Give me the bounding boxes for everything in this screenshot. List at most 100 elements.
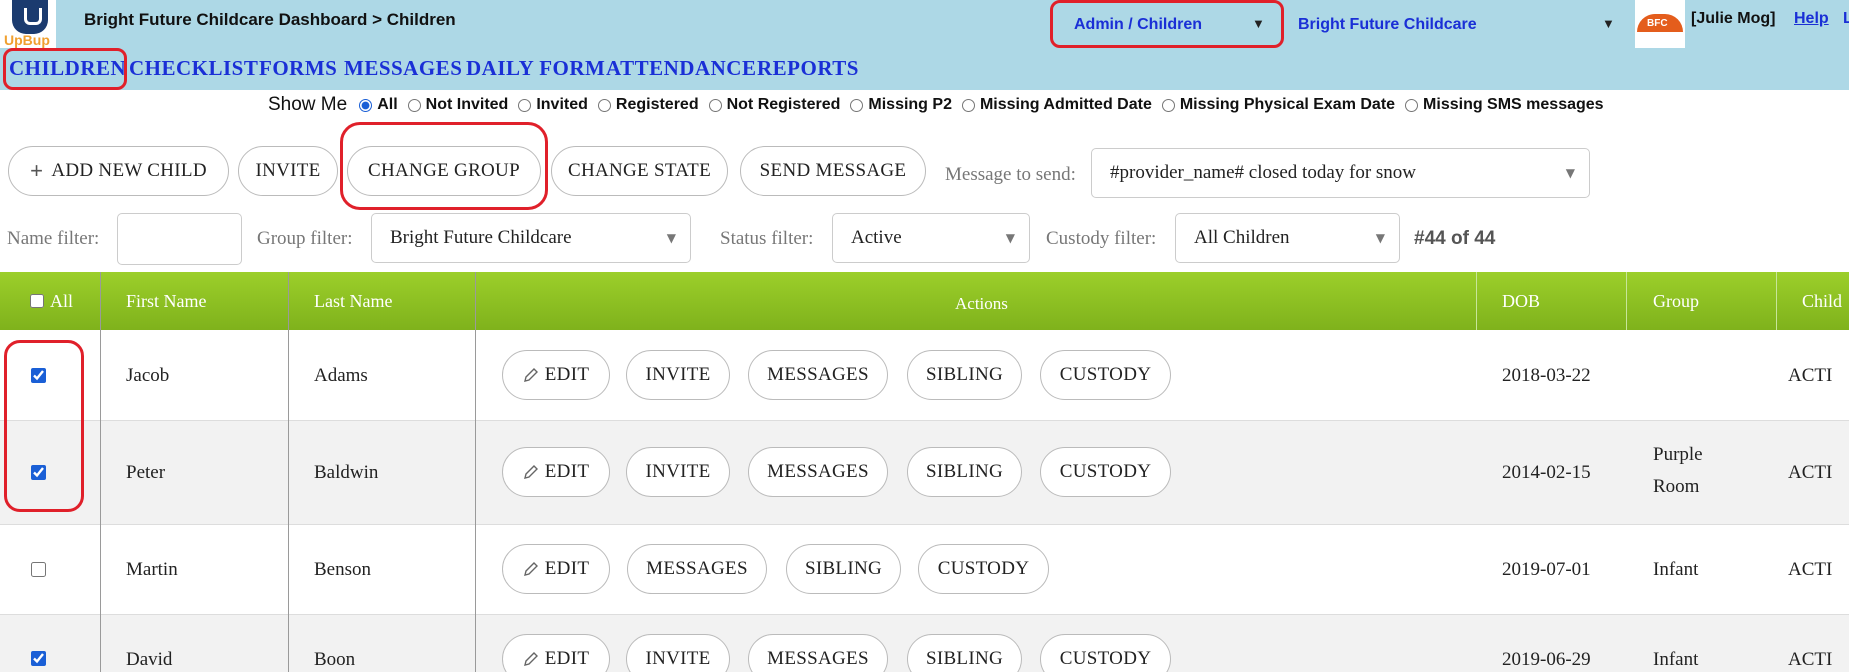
first-name-cell: Peter xyxy=(126,462,166,483)
nav-daily-form[interactable]: DAILY FORM xyxy=(466,56,605,81)
custody-button[interactable]: CUSTODY xyxy=(1040,634,1171,672)
nav-forms[interactable]: FORMS xyxy=(259,56,337,81)
sibling-button[interactable]: SIBLING xyxy=(907,350,1022,400)
role-select[interactable]: Admin / Children ▼ xyxy=(1074,6,1274,44)
show-me-option-missing-sms-messages[interactable]: Missing SMS messages xyxy=(1405,96,1604,114)
edit-button[interactable]: EDIT xyxy=(502,447,610,497)
select-all-checkbox[interactable] xyxy=(30,294,44,308)
chevron-down-icon: ▼ xyxy=(1375,231,1385,245)
sun-logo-icon: BFC xyxy=(1637,14,1683,32)
row-checkbox[interactable] xyxy=(31,465,46,480)
provider-select[interactable]: Bright Future Childcare ▼ xyxy=(1298,6,1618,44)
main-nav: CHILDREN CHECKLIST FORMS MESSAGES DAILY … xyxy=(0,48,1849,90)
name-filter-input[interactable] xyxy=(117,213,242,265)
radio-missing-sms-messages[interactable] xyxy=(1405,98,1419,112)
radio-registered[interactable] xyxy=(597,98,611,112)
provider-avatar: BFC xyxy=(1635,0,1685,48)
message-select-value: #provider_name# closed today for snow xyxy=(1110,162,1417,183)
last-name-cell: Benson xyxy=(314,559,371,580)
sibling-button[interactable]: SIBLING xyxy=(907,634,1022,672)
header-group[interactable]: Group xyxy=(1653,291,1699,312)
radio-missing-physical-exam-date[interactable] xyxy=(1161,98,1175,112)
upbup-logo[interactable]: UpBup xyxy=(0,0,56,48)
chevron-down-icon: ▼ xyxy=(1005,231,1015,245)
radio-missing-admitted-date[interactable] xyxy=(961,98,975,112)
group-cell: Infant xyxy=(1653,559,1699,580)
invite-row-button[interactable]: INVITE xyxy=(626,447,730,497)
sibling-button[interactable]: SIBLING xyxy=(907,447,1022,497)
radio-missing-p2[interactable] xyxy=(850,98,864,112)
add-new-child-button[interactable]: + ADD NEW CHILD xyxy=(8,146,229,196)
nav-messages[interactable]: MESSAGES xyxy=(344,56,462,81)
row-checkbox[interactable] xyxy=(31,651,46,666)
custody-filter-select[interactable]: All Children ▼ xyxy=(1175,213,1400,263)
nav-checklist[interactable]: CHECKLIST xyxy=(129,56,258,81)
show-me-option-missing-admitted-date[interactable]: Missing Admitted Date xyxy=(961,96,1152,114)
show-me-option-missing-p2[interactable]: Missing P2 xyxy=(850,96,952,114)
change-state-button[interactable]: CHANGE STATE xyxy=(551,146,728,196)
change-group-button[interactable]: CHANGE GROUP xyxy=(347,146,541,196)
radio-all[interactable] xyxy=(359,98,373,112)
status-filter-select[interactable]: Active ▼ xyxy=(832,213,1030,263)
invite-row-button[interactable]: INVITE xyxy=(626,350,730,400)
first-name-cell: Jacob xyxy=(126,365,170,386)
nav-attendance[interactable]: ATTENDANCE xyxy=(606,56,756,81)
show-me-option-not-invited[interactable]: Not Invited xyxy=(407,96,508,114)
messages-button[interactable]: MESSAGES xyxy=(748,634,888,672)
table-row: Martin Benson EDIT MESSAGES SIBLING CUST… xyxy=(0,525,1849,615)
custody-button[interactable]: CUSTODY xyxy=(1040,447,1171,497)
row-checkbox[interactable] xyxy=(31,368,46,383)
header-last-name[interactable]: Last Name xyxy=(314,291,392,312)
nav-reports[interactable]: REPORTS xyxy=(757,56,859,81)
first-name-cell: Martin xyxy=(126,559,178,580)
column-divider xyxy=(1776,272,1777,330)
messages-button[interactable]: MESSAGES xyxy=(627,544,767,594)
edit-button[interactable]: EDIT xyxy=(502,544,610,594)
column-divider xyxy=(475,272,476,672)
send-message-button[interactable]: SEND MESSAGE xyxy=(740,146,926,196)
radio-not-registered[interactable] xyxy=(708,98,722,112)
show-me-option-not-registered[interactable]: Not Registered xyxy=(708,96,840,114)
logo-mark-icon xyxy=(12,0,48,34)
pencil-icon xyxy=(523,465,538,479)
last-name-cell: Boon xyxy=(314,649,356,670)
header-first-name[interactable]: First Name xyxy=(126,291,207,312)
chevron-down-icon: ▼ xyxy=(1252,16,1265,31)
help-link[interactable]: Help xyxy=(1794,10,1829,28)
user-name: [Julie Mog] xyxy=(1691,10,1776,27)
invite-row-button[interactable]: INVITE xyxy=(626,634,730,672)
radio-invited[interactable] xyxy=(518,98,532,112)
custody-button[interactable]: CUSTODY xyxy=(1040,350,1171,400)
custody-button[interactable]: CUSTODY xyxy=(918,544,1049,594)
last-name-cell: Adams xyxy=(314,365,368,386)
breadcrumb: Bright Future Childcare Dashboard > Chil… xyxy=(84,10,456,29)
show-me-option-invited[interactable]: Invited xyxy=(518,96,588,114)
header-dob[interactable]: DOB xyxy=(1502,291,1540,312)
messages-button[interactable]: MESSAGES xyxy=(748,447,888,497)
sibling-button[interactable]: SIBLING xyxy=(786,544,901,594)
extra-link[interactable]: L xyxy=(1843,10,1849,28)
custody-filter-value: All Children xyxy=(1194,227,1290,248)
role-select-value: Admin / Children xyxy=(1074,16,1202,33)
group-filter-select[interactable]: Bright Future Childcare ▼ xyxy=(371,213,691,263)
show-me-option-all[interactable]: All xyxy=(359,96,398,114)
pencil-icon xyxy=(523,562,538,576)
message-select[interactable]: #provider_name# closed today for snow ▼ xyxy=(1091,148,1590,198)
header-child[interactable]: Child xyxy=(1802,291,1842,312)
edit-button[interactable]: EDIT xyxy=(502,350,610,400)
show-me-option-missing-physical-exam-date[interactable]: Missing Physical Exam Date xyxy=(1161,96,1395,114)
first-name-cell: David xyxy=(126,649,173,670)
messages-button[interactable]: MESSAGES xyxy=(748,350,888,400)
pencil-icon xyxy=(523,368,538,382)
show-me-filter: Show Me All Not Invited Invited Register… xyxy=(268,92,1614,118)
column-divider xyxy=(100,272,101,672)
nav-children[interactable]: CHILDREN xyxy=(9,56,126,81)
invite-button[interactable]: INVITE xyxy=(238,146,338,196)
edit-button[interactable]: EDIT xyxy=(502,634,610,672)
top-bar: UpBup Bright Future Childcare Dashboard … xyxy=(0,0,1849,48)
plus-icon: + xyxy=(30,158,44,183)
radio-not-invited[interactable] xyxy=(407,98,421,112)
row-checkbox[interactable] xyxy=(31,562,46,577)
show-me-option-registered[interactable]: Registered xyxy=(597,96,699,114)
message-to-send-label: Message to send: xyxy=(945,164,1076,185)
